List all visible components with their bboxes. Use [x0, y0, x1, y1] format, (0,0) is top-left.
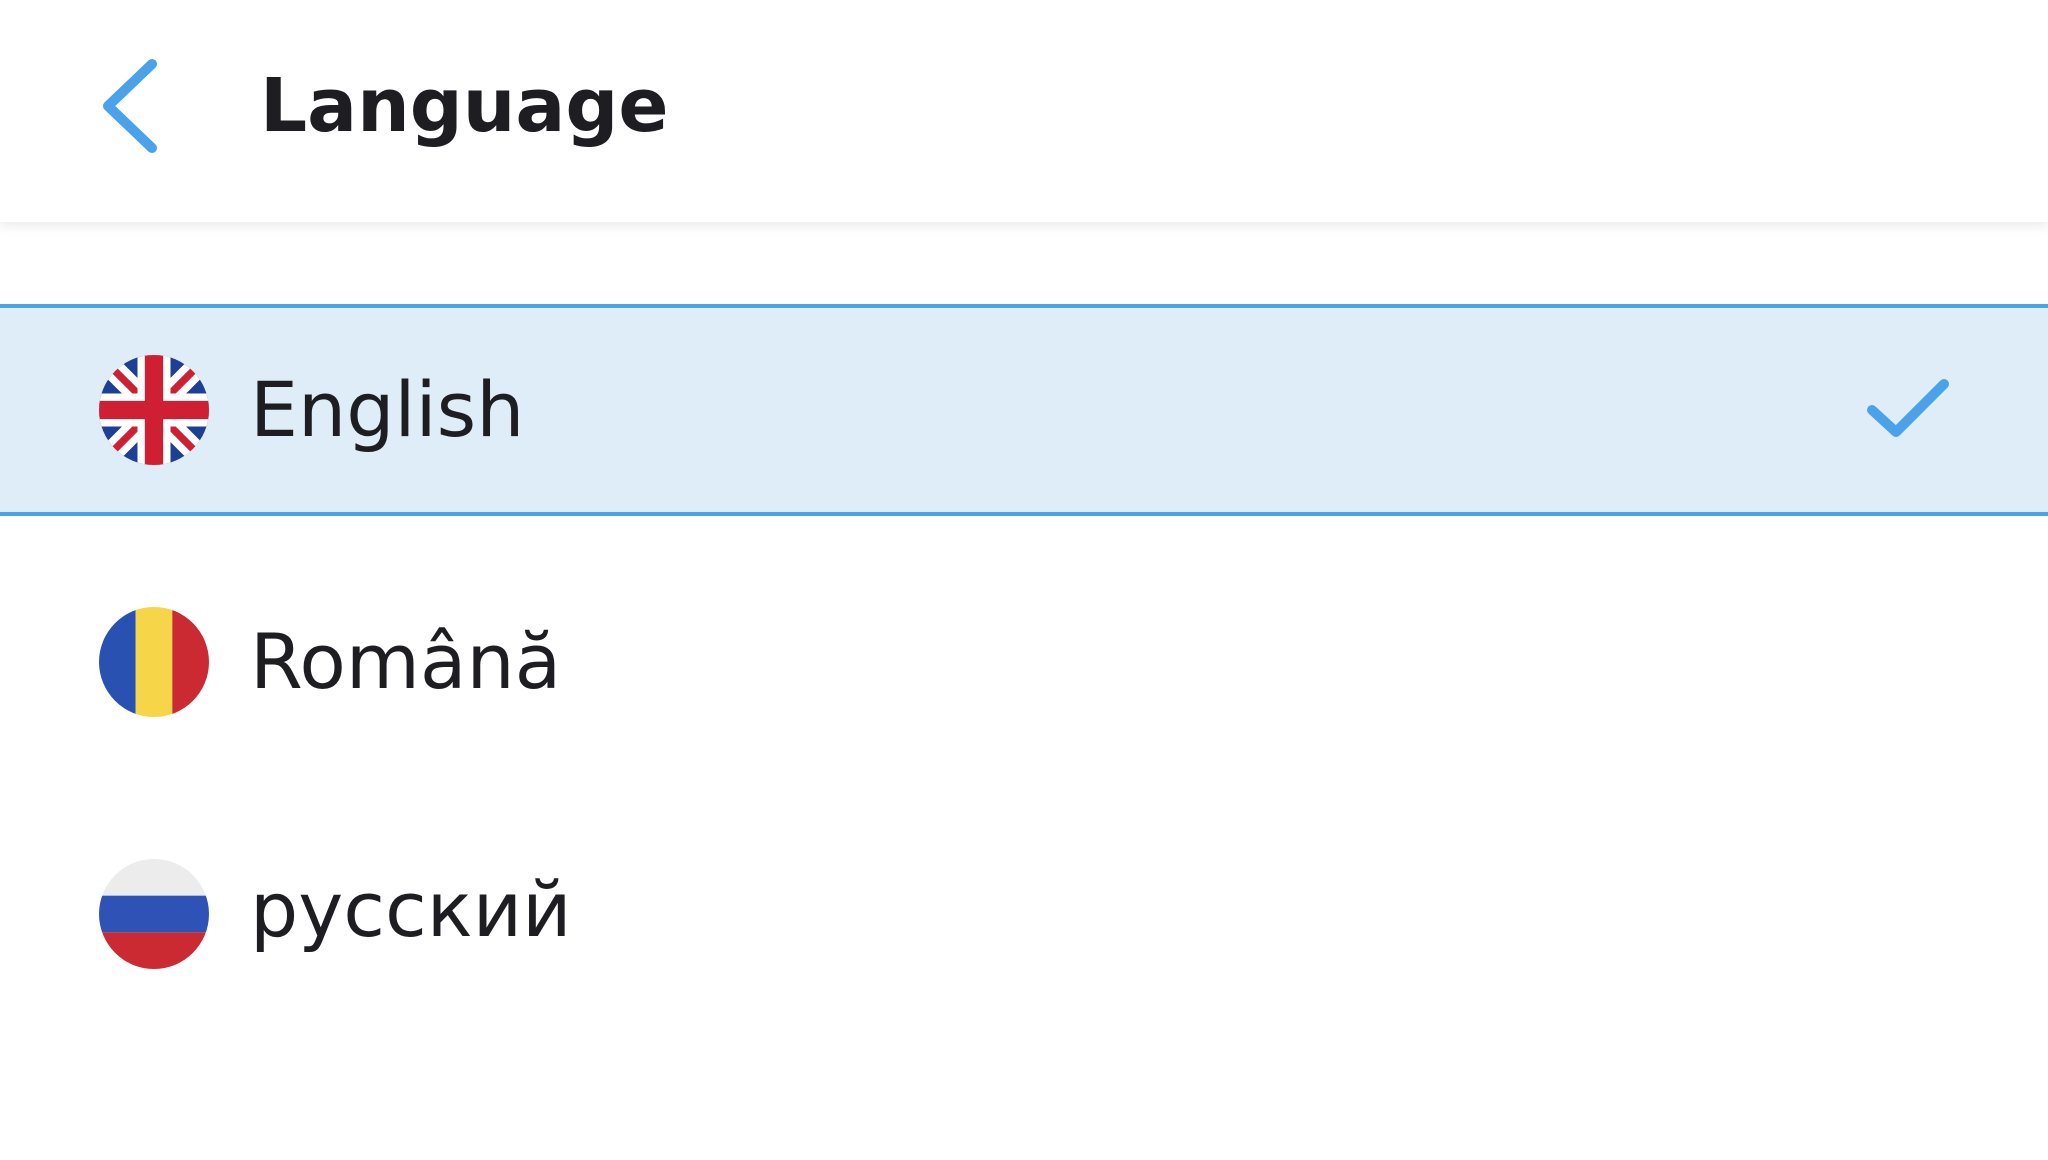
- language-label: English: [250, 365, 525, 454]
- uk-flag-icon: [99, 355, 209, 465]
- top-bar: Language: [0, 0, 2048, 222]
- language-item-romana[interactable]: Română: [0, 546, 2048, 758]
- language-label: русский: [250, 865, 572, 954]
- romania-flag-icon: [99, 607, 209, 717]
- page-title: Language: [260, 63, 669, 149]
- language-item-english[interactable]: English: [0, 304, 2048, 516]
- chevron-left-icon: [103, 59, 157, 153]
- language-label: Română: [250, 617, 562, 706]
- back-button[interactable]: [86, 44, 190, 164]
- checkmark-icon: [1860, 366, 1956, 446]
- language-item-russian[interactable]: русский: [0, 800, 2048, 1012]
- russia-flag-icon: [99, 859, 209, 969]
